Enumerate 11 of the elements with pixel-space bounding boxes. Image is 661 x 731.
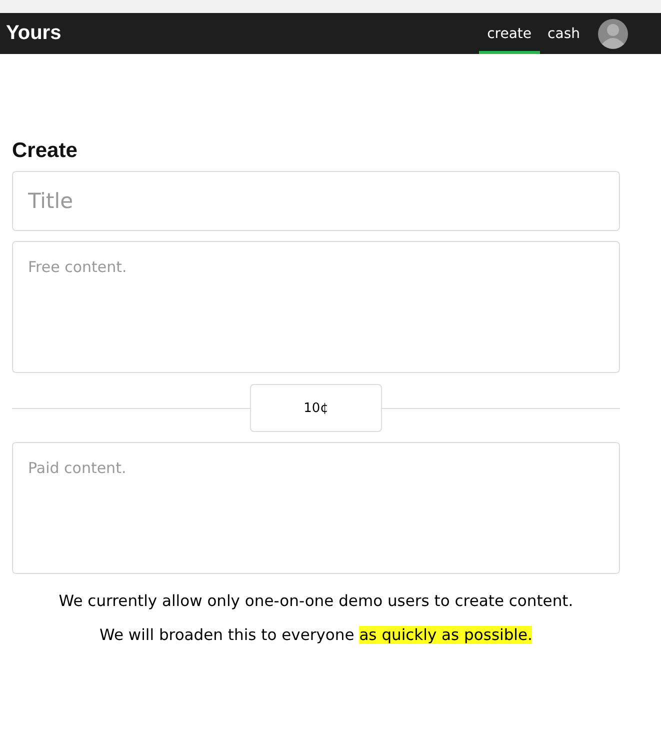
notice-text: We will broaden this to everyone as quickly as possible. (98, 626, 534, 644)
nav-tab[interactable]: create (479, 13, 540, 54)
avatar-icon[interactable] (598, 18, 628, 48)
form-heading: Create (12, 139, 78, 163)
paid-content-field[interactable]: Paid content. (12, 442, 620, 574)
free-content-field[interactable]: Free content. (12, 241, 620, 373)
brand-logo[interactable]: Yours (6, 22, 480, 45)
price-field[interactable]: 10¢ (250, 384, 382, 432)
notice-text: We currently allow only one-on-one demo users to create content. (58, 592, 574, 610)
nav-tab[interactable]: cash (540, 13, 588, 54)
title-field[interactable]: Title (12, 171, 620, 231)
